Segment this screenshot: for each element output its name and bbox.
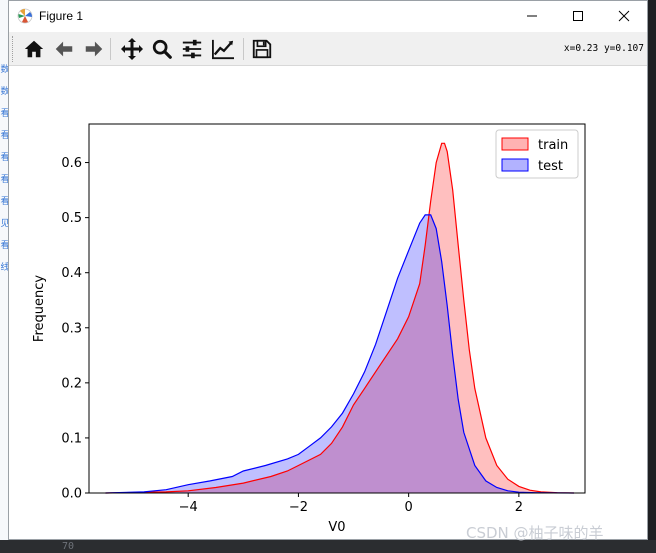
y-tick-label: 0.3 bbox=[61, 321, 82, 336]
toolbar-grip[interactable] bbox=[12, 36, 15, 62]
pan-icon bbox=[121, 38, 143, 60]
home-button[interactable] bbox=[21, 36, 47, 62]
toolbar-separator bbox=[243, 38, 244, 60]
x-axis-ticks: −4 −2 0 2 bbox=[179, 493, 523, 515]
minimize-icon bbox=[527, 15, 537, 17]
configure-subplots-button[interactable] bbox=[179, 36, 205, 62]
x-axis-label: V0 bbox=[328, 520, 345, 535]
title-bar[interactable]: Figure 1 bbox=[9, 1, 647, 32]
edit-axis-button[interactable] bbox=[210, 36, 236, 62]
edit-axis-icon bbox=[212, 39, 234, 60]
back-button[interactable] bbox=[51, 36, 77, 62]
y-tick-label: 0.0 bbox=[61, 487, 82, 502]
window-title: Figure 1 bbox=[39, 9, 84, 23]
maximize-button[interactable] bbox=[555, 1, 601, 31]
legend: train test bbox=[495, 129, 579, 179]
save-icon bbox=[252, 39, 272, 59]
cursor-coordinates: x=0.23 y=0.107 bbox=[563, 43, 644, 54]
kde-plot[interactable]: −4 −2 0 2 0.0 0.1 0.2 0.3 0.4 0.5 0.6 V0 Frequenc… bbox=[9, 66, 647, 539]
legend-label-test: test bbox=[538, 159, 563, 174]
figure-window: Figure 1 x=0.23 y=0.107 −4 −2 0 2 0.0 0.… bbox=[8, 0, 648, 540]
y-tick-label: 0.1 bbox=[61, 431, 82, 446]
x-tick-label: 0 bbox=[405, 500, 413, 515]
zoom-icon bbox=[152, 39, 172, 59]
zoom-button[interactable] bbox=[149, 36, 175, 62]
series-area-test bbox=[105, 214, 574, 493]
navigation-toolbar: x=0.23 y=0.107 bbox=[9, 32, 647, 66]
toolbar-separator bbox=[110, 38, 111, 60]
maximize-icon bbox=[573, 11, 583, 21]
pan-button[interactable] bbox=[119, 36, 145, 62]
forward-icon bbox=[85, 41, 103, 57]
y-axis-ticks: 0.0 0.1 0.2 0.3 0.4 0.5 0.6 bbox=[61, 156, 89, 502]
figure-canvas[interactable]: −4 −2 0 2 0.0 0.1 0.2 0.3 0.4 0.5 0.6 V0 Frequenc… bbox=[9, 66, 647, 539]
background-line-number: 70 bbox=[62, 541, 75, 552]
close-icon bbox=[618, 10, 630, 22]
legend-swatch-test bbox=[501, 158, 529, 172]
y-tick-label: 0.6 bbox=[61, 156, 82, 171]
minimize-button[interactable] bbox=[509, 1, 555, 31]
watermark: CSDN @柚子味的羊 bbox=[466, 524, 604, 542]
x-tick-label: −2 bbox=[289, 500, 308, 515]
home-icon bbox=[24, 40, 44, 58]
y-tick-label: 0.2 bbox=[61, 376, 82, 391]
y-axis-label: Frequency bbox=[32, 275, 47, 342]
save-button[interactable] bbox=[249, 36, 275, 62]
matplotlib-app-icon bbox=[17, 8, 33, 24]
forward-button[interactable] bbox=[81, 36, 107, 62]
x-tick-label: 2 bbox=[515, 500, 523, 515]
configure-subplots-icon bbox=[182, 39, 202, 59]
x-tick-label: −4 bbox=[179, 500, 198, 515]
y-tick-label: 0.5 bbox=[61, 211, 82, 226]
legend-label-train: train bbox=[538, 138, 568, 153]
close-button[interactable] bbox=[601, 1, 647, 31]
plot-fills bbox=[105, 143, 574, 494]
legend-swatch-train bbox=[501, 137, 529, 151]
back-icon bbox=[55, 41, 73, 57]
y-tick-label: 0.4 bbox=[61, 266, 82, 281]
